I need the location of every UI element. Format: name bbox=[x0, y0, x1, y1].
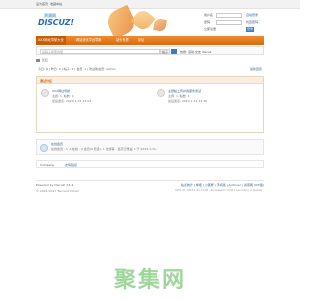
nav-item-directory[interactable]: XXX网址导航大全 bbox=[36, 36, 66, 45]
nav-item-forum[interactable]: 论坛 bbox=[136, 36, 146, 45]
header: 资源网 DISCUZ! 用户名 自动登录 密码 找回密码 立即注册 登录 bbox=[36, 4, 264, 40]
login-button[interactable]: 登录 bbox=[246, 27, 255, 32]
online-text: 在线会员 - 1 人在线 - 0 会员(0 隐身), 1 位游客 - 最高记录是… bbox=[51, 147, 157, 151]
hot-search-text[interactable]: 热搜: 活动 交友 discuz bbox=[180, 50, 211, 54]
online-members: 在线会员 在线会员 - 1 人在线 - 0 会员(0 隐身), 1 位游客 - … bbox=[36, 139, 264, 155]
online-title[interactable]: 在线会员 bbox=[51, 142, 63, 146]
set-homepage-link[interactable]: 设为首页 bbox=[36, 2, 48, 6]
forum-category: 测试分区 XXX网址导航 主题: 1, 帖数: 1 最后发表: 2024-1-3… bbox=[36, 76, 264, 133]
forum-count: 主题: 1, 帖数: 1 bbox=[168, 94, 190, 98]
search-type-select[interactable]: 帖子 bbox=[160, 49, 170, 54]
username-label: 用户名 bbox=[204, 13, 214, 17]
logo-en-text: DISCUZ! bbox=[38, 18, 74, 27]
forum-item: XXX网址导航 主题: 1, 帖数: 1 最后发表: 2024-1-31 12:… bbox=[41, 89, 141, 119]
site-logo[interactable]: 资源网 DISCUZ! bbox=[36, 12, 74, 32]
footer: Powered by Discuz! X3.4 © 2001-2017 Tenc… bbox=[36, 180, 264, 200]
latest-replies-link[interactable]: 最新回复 bbox=[250, 67, 262, 71]
password-input[interactable] bbox=[216, 20, 242, 25]
category-header: 测试分区 bbox=[37, 77, 263, 84]
stats-text: 今日: 0 | 昨日: 0 | 帖子: 2 | 会员: 1 | 欢迎新会员: a… bbox=[38, 67, 116, 71]
online-icon bbox=[40, 144, 48, 152]
copyright: © 2001-2017 Tencent Cloud. bbox=[36, 189, 80, 193]
forum-last-post[interactable]: 最后发表: 2024-1-31 12:36 bbox=[168, 99, 207, 103]
friend-links: Company 友情链接 bbox=[36, 160, 264, 168]
main-nav: XXX网址导航大全 网站优化平台导航 站长世界 论坛 bbox=[36, 36, 264, 45]
friend-link-label: Company bbox=[40, 163, 55, 167]
bookmark-link[interactable]: 收藏本站 bbox=[50, 2, 62, 6]
auto-login-label[interactable]: 自动登录 bbox=[246, 13, 258, 17]
home-icon[interactable] bbox=[36, 58, 40, 62]
nav-item-seo[interactable]: 网站优化平台导航 bbox=[74, 36, 104, 45]
top-bar: 设为首页 收藏本站 bbox=[0, 0, 300, 9]
register-link[interactable]: 立即注册 bbox=[204, 27, 216, 31]
username-input[interactable] bbox=[216, 13, 242, 18]
category-title[interactable]: 测试分区 bbox=[40, 79, 52, 83]
breadcrumb-forum[interactable]: 论坛 bbox=[42, 58, 48, 62]
leaf-decoration bbox=[153, 18, 167, 32]
forum-stats: 今日: 0 | 昨日: 0 | 帖子: 2 | 会员: 1 | 欢迎新会员: a… bbox=[36, 67, 264, 73]
forum-last-post[interactable]: 最后发表: 2024-1-31 12:03 bbox=[52, 99, 91, 103]
forum-item: 主题帖上传并用服务测试 主题: 1, 帖数: 1 最后发表: 2024-1-31… bbox=[157, 89, 257, 119]
forgot-password-link[interactable]: 找回密码 bbox=[246, 20, 258, 24]
login-form: 用户名 自动登录 密码 找回密码 立即注册 登录 bbox=[204, 13, 264, 33]
friend-link-item[interactable]: 友情链接 bbox=[65, 163, 77, 167]
leaf-decoration bbox=[130, 7, 156, 33]
footer-gmt: GMT+8, 2024-1-31 12:36 , Processed in 0.… bbox=[175, 189, 264, 192]
forum-count: 主题: 1, 帖数: 1 bbox=[52, 94, 74, 98]
forum-icon bbox=[157, 89, 165, 97]
forum-icon bbox=[41, 89, 49, 97]
search-placeholder: 请输入搜索内容 bbox=[42, 50, 64, 54]
footer-links[interactable]: 站点统计 | 举报 | 小黑屋 | 手机版 | Archiver | 资源网 (… bbox=[181, 183, 264, 187]
forum-name[interactable]: XXX网址导航 bbox=[52, 89, 70, 93]
breadcrumb: 论坛 bbox=[36, 58, 48, 62]
search-bar: 请输入搜索内容 帖子 热搜: 活动 交友 discuz bbox=[36, 46, 264, 55]
watermark: 聚集网 bbox=[113, 268, 186, 293]
search-button[interactable] bbox=[171, 49, 177, 54]
forum-name[interactable]: 主题帖上传并用服务测试 bbox=[168, 89, 201, 93]
nav-item-webmaster[interactable]: 站长世界 bbox=[114, 36, 131, 45]
password-label: 密码 bbox=[204, 20, 211, 24]
powered-by[interactable]: Powered by Discuz! X3.4 bbox=[36, 183, 73, 187]
